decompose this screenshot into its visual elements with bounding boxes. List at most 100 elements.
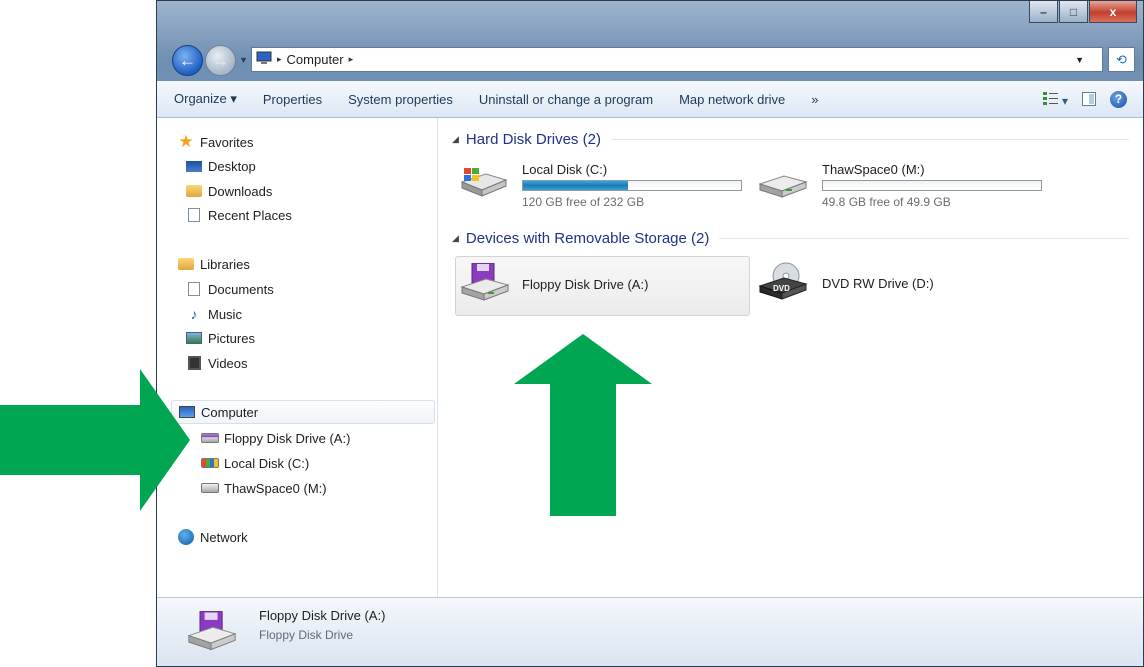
breadcrumb-computer[interactable]: Computer bbox=[287, 52, 344, 67]
drive-tile-thawspace[interactable]: ThawSpace0 (M:) 49.8 GB free of 49.9 GB bbox=[756, 154, 1056, 212]
nav-music[interactable]: ♪ Music bbox=[185, 302, 242, 326]
hard-drive-icon bbox=[758, 175, 808, 198]
drive-free-space: 49.8 GB free of 49.9 GB bbox=[822, 195, 951, 209]
more-commands-button[interactable]: » bbox=[798, 92, 831, 107]
group-header-hard-disks[interactable]: ◢ Hard Disk Drives (2) bbox=[452, 128, 1129, 150]
annotation-arrow-right bbox=[0, 369, 190, 511]
star-icon: ★ bbox=[178, 132, 194, 151]
close-button[interactable]: x bbox=[1089, 1, 1137, 23]
music-note-icon: ♪ bbox=[190, 306, 198, 322]
system-properties-button[interactable]: System properties bbox=[335, 92, 466, 107]
nav-computer-label: Computer bbox=[201, 404, 259, 420]
right-arrow-icon: → bbox=[212, 50, 229, 70]
windows-disk-icon bbox=[201, 458, 219, 468]
windows-disk-icon bbox=[460, 168, 508, 197]
drive-tile-local-disk[interactable]: Local Disk (C:) 120 GB free of 232 GB bbox=[456, 154, 746, 212]
refresh-button[interactable]: ⟲ bbox=[1108, 47, 1135, 72]
nav-libraries[interactable]: Libraries bbox=[177, 252, 250, 276]
nav-favorites-label: Favorites bbox=[200, 134, 254, 150]
nav-videos-label: Videos bbox=[208, 355, 248, 371]
nav-local-disk[interactable]: Local Disk (C:) bbox=[201, 451, 309, 475]
title-bar: – □ x bbox=[157, 1, 1143, 41]
address-bar[interactable]: ▸ Computer ▸ ▼ bbox=[251, 47, 1103, 72]
capacity-fill bbox=[523, 181, 629, 190]
nav-thawspace[interactable]: ThawSpace0 (M:) bbox=[201, 476, 327, 500]
hard-drive-icon bbox=[201, 483, 219, 493]
dvd-drive-icon: DVD bbox=[758, 262, 808, 300]
breadcrumb-separator[interactable]: ▸ bbox=[349, 54, 354, 65]
nav-downloads-label: Downloads bbox=[208, 183, 273, 199]
nav-recent-places-label: Recent Places bbox=[208, 207, 292, 223]
left-arrow-icon: ← bbox=[179, 50, 196, 70]
nav-floppy-drive-label: Floppy Disk Drive (A:) bbox=[224, 430, 351, 446]
nav-floppy-drive[interactable]: Floppy Disk Drive (A:) bbox=[201, 426, 350, 450]
nav-network[interactable]: Network bbox=[177, 525, 248, 549]
floppy-drive-icon bbox=[201, 433, 219, 443]
nav-pictures[interactable]: Pictures bbox=[185, 326, 255, 350]
change-view-button[interactable]: ▾ bbox=[1042, 91, 1068, 108]
minimize-button[interactable]: – bbox=[1029, 1, 1058, 23]
desktop-icon bbox=[185, 160, 203, 172]
recent-pages-dropdown[interactable]: ▼ bbox=[239, 55, 248, 65]
nav-recent-places[interactable]: Recent Places bbox=[185, 203, 292, 227]
preview-pane-button[interactable] bbox=[1082, 92, 1096, 106]
nav-thawspace-label: ThawSpace0 (M:) bbox=[224, 480, 327, 496]
recent-places-icon bbox=[185, 208, 203, 222]
pictures-icon bbox=[185, 332, 203, 344]
device-tile-floppy[interactable]: Floppy Disk Drive (A:) bbox=[455, 256, 750, 316]
details-item-type: Floppy Disk Drive bbox=[259, 628, 354, 642]
organize-button[interactable]: Organize ▾ bbox=[157, 91, 250, 107]
dvd-badge: DVD bbox=[773, 284, 790, 293]
nav-desktop[interactable]: Desktop bbox=[185, 154, 256, 178]
nav-computer[interactable]: Computer bbox=[171, 400, 435, 424]
nav-desktop-label: Desktop bbox=[208, 158, 256, 174]
details-item-name: Floppy Disk Drive (A:) bbox=[259, 608, 386, 623]
nav-local-disk-label: Local Disk (C:) bbox=[224, 455, 310, 471]
back-button[interactable]: ← bbox=[172, 45, 203, 76]
view-dropdown-icon: ▾ bbox=[1061, 93, 1068, 108]
device-tile-dvd[interactable]: DVD DVD RW Drive (D:) bbox=[756, 256, 1056, 316]
help-button[interactable]: ? bbox=[1110, 90, 1127, 108]
window-controls: – □ x bbox=[1028, 1, 1137, 23]
floppy-drive-icon bbox=[460, 263, 510, 301]
nav-music-label: Music bbox=[208, 306, 242, 322]
downloads-folder-icon bbox=[185, 185, 203, 197]
capacity-bar bbox=[822, 180, 1042, 191]
collapse-triangle-icon[interactable]: ◢ bbox=[452, 233, 459, 244]
group-title: Hard Disk Drives (2) bbox=[465, 130, 601, 148]
group-header-removable[interactable]: ◢ Devices with Removable Storage (2) bbox=[452, 227, 1129, 249]
properties-button[interactable]: Properties bbox=[250, 92, 335, 107]
drive-name: Local Disk (C:) bbox=[522, 162, 608, 177]
drive-name: ThawSpace0 (M:) bbox=[822, 162, 925, 177]
drive-free-space: 120 GB free of 232 GB bbox=[522, 195, 645, 209]
network-globe-icon bbox=[177, 529, 195, 545]
libraries-folder-icon bbox=[177, 258, 195, 270]
map-network-drive-button[interactable]: Map network drive bbox=[666, 92, 798, 107]
view-options-icon bbox=[1042, 91, 1062, 108]
nav-pictures-label: Pictures bbox=[208, 330, 255, 346]
nav-documents-label: Documents bbox=[208, 281, 274, 297]
group-title: Devices with Removable Storage (2) bbox=[465, 229, 710, 247]
forward-button[interactable]: → bbox=[205, 45, 236, 76]
nav-downloads[interactable]: Downloads bbox=[185, 179, 272, 203]
uninstall-program-button[interactable]: Uninstall or change a program bbox=[466, 92, 666, 107]
group-divider bbox=[610, 138, 1129, 140]
navigation-pane: ★ Favorites Desktop Downloads Recent Pla… bbox=[157, 118, 438, 598]
refresh-icon: ⟲ bbox=[1116, 51, 1127, 67]
device-name: DVD RW Drive (D:) bbox=[822, 276, 934, 291]
nav-favorites[interactable]: ★ Favorites bbox=[177, 130, 253, 154]
nav-documents[interactable]: Documents bbox=[185, 277, 274, 301]
address-row: ← → ▼ ▸ Computer ▸ ▼ ⟲ bbox=[157, 41, 1143, 79]
command-bar: Organize ▾ Properties System properties … bbox=[157, 81, 1143, 118]
document-icon bbox=[185, 282, 203, 296]
annotation-arrow-up bbox=[514, 334, 652, 516]
maximize-button[interactable]: □ bbox=[1059, 1, 1088, 23]
nav-libraries-label: Libraries bbox=[200, 256, 250, 272]
device-name: Floppy Disk Drive (A:) bbox=[522, 277, 649, 292]
breadcrumb-separator[interactable]: ▸ bbox=[277, 54, 282, 65]
collapse-triangle-icon[interactable]: ◢ bbox=[452, 134, 459, 145]
computer-icon bbox=[256, 51, 272, 68]
capacity-bar bbox=[522, 180, 742, 191]
address-dropdown-icon[interactable]: ▼ bbox=[1075, 55, 1084, 65]
floppy-drive-icon bbox=[187, 611, 237, 651]
